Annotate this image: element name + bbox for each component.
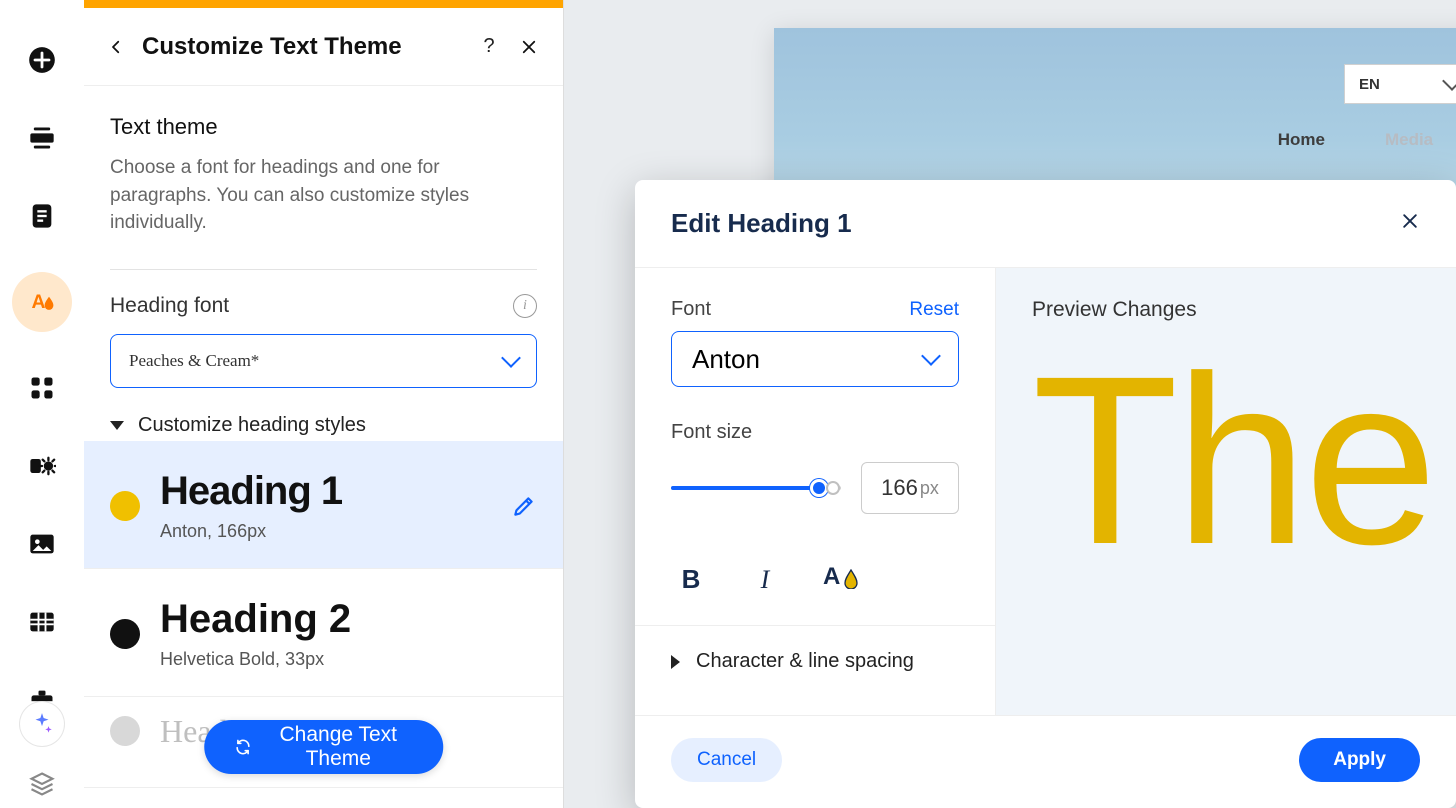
heading-style-meta: Helvetica Bold, 33px: [160, 649, 537, 670]
apply-button[interactable]: Apply: [1299, 738, 1420, 782]
font-size-value: 166: [881, 475, 918, 501]
chevron-left-icon: [107, 38, 125, 56]
nav-home[interactable]: Home: [1278, 130, 1325, 150]
rail-theme[interactable]: A: [12, 272, 72, 332]
edit-style-button[interactable]: [511, 493, 537, 519]
slider-end-marker: [826, 481, 840, 495]
icon-rail: A: [0, 0, 84, 808]
font-size-unit: px: [920, 478, 939, 499]
font-size-input[interactable]: 166px: [861, 462, 959, 514]
grid-icon: [28, 374, 56, 402]
panel-header: Customize Text Theme ?: [84, 8, 563, 86]
rail-settings[interactable]: [20, 444, 64, 488]
color-drop-icon: [843, 569, 859, 589]
style-toggles: B I A: [671, 554, 959, 625]
close-modal-button[interactable]: [1400, 210, 1420, 238]
rail-layers[interactable]: [20, 770, 64, 798]
pencil-icon: [511, 493, 537, 519]
modal-header: Edit Heading 1: [635, 180, 1456, 268]
text-theme-title: Text theme: [110, 114, 537, 140]
rail-add[interactable]: [20, 38, 64, 82]
heading-style-item-1[interactable]: Heading 1 Anton, 166px: [84, 441, 563, 569]
plus-circle-icon: [28, 46, 56, 74]
svg-text:A: A: [32, 292, 46, 313]
triangle-right-icon: [671, 655, 680, 669]
divider: [110, 269, 537, 270]
character-line-spacing-toggle[interactable]: Character & line spacing: [671, 626, 959, 697]
rail-table[interactable]: [20, 600, 64, 644]
close-icon: [520, 38, 538, 56]
sparkle-icon: [29, 711, 55, 737]
customize-styles-label: Customize heading styles: [138, 414, 366, 437]
help-button[interactable]: ?: [475, 33, 503, 61]
letter-a-icon: A: [823, 563, 840, 591]
layers-icon: [28, 770, 56, 798]
font-select-dropdown[interactable]: Anton: [671, 331, 959, 387]
preview-nav: Home Media Local Ammenities: [774, 130, 1456, 150]
color-bullet: [110, 491, 140, 521]
heading-style-name: Heading 2: [160, 599, 537, 639]
page-icon: [28, 202, 56, 230]
rail-sections[interactable]: [20, 116, 64, 160]
slider-fill: [671, 486, 819, 490]
font-field-label: Font: [671, 298, 711, 321]
color-bullet: [110, 619, 140, 649]
chevron-down-icon: [1442, 71, 1456, 91]
side-panel: Customize Text Theme ? Text theme Choose…: [84, 0, 564, 808]
cancel-button[interactable]: Cancel: [671, 738, 782, 782]
modal-controls: Font Reset Anton Font size 166px: [635, 268, 995, 715]
heading-font-dropdown[interactable]: Peaches & Cream*: [110, 334, 537, 388]
panel-body: Text theme Choose a font for headings an…: [84, 86, 563, 808]
accent-bar: [84, 0, 563, 8]
close-icon: [1400, 211, 1420, 231]
heading-font-label: Heading font: [110, 294, 229, 318]
font-select-value: Anton: [692, 344, 760, 375]
refresh-icon: [234, 736, 252, 758]
panel-title: Customize Text Theme: [142, 33, 463, 61]
rail-pages[interactable]: [20, 194, 64, 238]
font-size-slider[interactable]: [671, 478, 841, 498]
image-icon: [28, 530, 56, 558]
puzzle-gear-icon: [28, 452, 56, 480]
customize-heading-styles-toggle[interactable]: Customize heading styles: [110, 414, 537, 437]
heading-font-row: Heading font i: [110, 294, 537, 318]
text-color-toggle[interactable]: A: [823, 565, 857, 595]
language-select[interactable]: EN: [1344, 64, 1456, 104]
chevron-down-icon: [921, 346, 941, 366]
bold-toggle[interactable]: B: [675, 564, 707, 595]
back-button[interactable]: [104, 35, 128, 59]
edit-heading-modal: Edit Heading 1 Font Reset Anton Font siz…: [635, 180, 1456, 808]
heading-style-name: Heading 1: [160, 471, 491, 511]
modal-footer: Cancel Apply: [635, 715, 1456, 808]
heading-font-value: Peaches & Cream*: [129, 351, 259, 371]
spacing-label: Character & line spacing: [696, 650, 914, 673]
nav-media[interactable]: Media: [1385, 130, 1433, 150]
section-icon: [28, 124, 56, 152]
preview-changes-label: Preview Changes: [1032, 298, 1420, 322]
heading-style-item-2[interactable]: Heading 2 Helvetica Bold, 33px: [84, 569, 563, 697]
info-icon[interactable]: i: [513, 294, 537, 318]
text-theme-icon: A: [28, 288, 56, 316]
text-theme-desc: Choose a font for headings and one for p…: [110, 154, 537, 237]
chevron-down-icon: [501, 348, 521, 368]
color-bullet: [110, 716, 140, 746]
heading-style-meta: Anton, 166px: [160, 521, 491, 542]
font-size-label: Font size: [671, 421, 959, 444]
reset-font-link[interactable]: Reset: [909, 299, 959, 321]
change-theme-label: Change Text Theme: [263, 723, 413, 771]
triangle-down-icon: [110, 421, 124, 430]
preview-text: The: [1032, 352, 1420, 568]
change-text-theme-button[interactable]: Change Text Theme: [204, 720, 444, 774]
table-icon: [28, 608, 56, 636]
language-value: EN: [1359, 76, 1380, 93]
rail-apps[interactable]: [20, 366, 64, 410]
rail-media[interactable]: [20, 522, 64, 566]
close-panel-button[interactable]: [515, 33, 543, 61]
italic-toggle[interactable]: I: [749, 565, 781, 595]
modal-title: Edit Heading 1: [671, 208, 852, 239]
modal-preview: Preview Changes The: [995, 268, 1456, 715]
rail-ai[interactable]: [20, 702, 64, 746]
